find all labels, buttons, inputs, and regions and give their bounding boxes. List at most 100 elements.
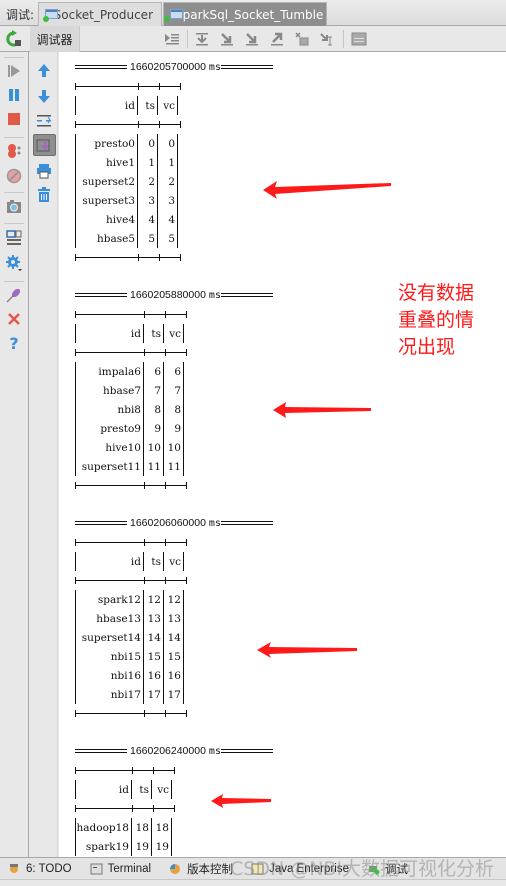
batch-unit: ms xyxy=(208,746,221,757)
console-side-toolbar xyxy=(30,52,58,857)
run-tab-label: SparkSql_Socket_Tumble xyxy=(175,7,324,22)
resume-icon[interactable] xyxy=(5,62,23,80)
table-cell: 17 xyxy=(163,685,184,704)
debug-side-toolbar: ? xyxy=(0,52,29,857)
evaluate-expression-icon[interactable] xyxy=(351,31,367,47)
column-header-vc: vc xyxy=(163,324,184,343)
table-cell: 2 xyxy=(137,172,158,191)
tool-terminal[interactable]: Terminal xyxy=(90,863,151,875)
table-body: hadoop18 18 18 spark19 19 19 xyxy=(75,818,172,856)
table-cell: 19 xyxy=(151,837,172,856)
batch-unit: ms xyxy=(208,62,221,73)
table-cell: 2 xyxy=(157,172,178,191)
snapshot-icon[interactable] xyxy=(5,198,23,216)
force-step-into-icon[interactable] xyxy=(244,31,260,47)
table-cell: 5 xyxy=(157,229,178,248)
tool-java-enterprise-label: Java Enterprise xyxy=(269,862,349,875)
run-tab-sparksql-socket-tumble[interactable]: SparkSql_Socket_Tumble xyxy=(163,2,327,26)
table-row: superset14 14 14 xyxy=(75,628,184,647)
annotation-line: 没有数据 xyxy=(398,282,475,304)
table-border xyxy=(75,343,273,362)
step-out-icon[interactable] xyxy=(269,31,285,47)
table-cell: 10 xyxy=(163,438,184,457)
table-cell: hive10 xyxy=(75,438,144,457)
debug-label: 调试: xyxy=(6,8,35,22)
print-icon[interactable] xyxy=(35,162,53,180)
tool-version-control[interactable]: 版本控制 xyxy=(169,861,233,877)
table-row: nbi8 8 8 xyxy=(75,400,184,419)
tool-debug[interactable]: 调试 xyxy=(367,861,408,877)
table-cell: 15 xyxy=(143,647,164,666)
table-cell: 3 xyxy=(157,191,178,210)
table-row: spark12 12 12 xyxy=(75,590,184,609)
column-header-id: id xyxy=(75,552,144,571)
table-cell: 1 xyxy=(137,153,158,172)
annotation-arrow xyxy=(273,402,371,418)
tab-debugger[interactable]: 调试器 xyxy=(30,26,80,52)
table-row: hadoop18 18 18 xyxy=(75,818,172,837)
batch-header: 1660206240000 ms xyxy=(75,742,273,761)
stop-icon[interactable] xyxy=(5,110,23,128)
table-header: id ts vc xyxy=(75,552,184,571)
up-arrow-icon[interactable] xyxy=(35,62,53,80)
table-header: id ts vc xyxy=(75,780,172,799)
table-cell: 8 xyxy=(163,400,184,419)
pin-icon[interactable] xyxy=(5,286,23,304)
show-execution-point-icon[interactable] xyxy=(164,31,180,47)
table-cell: 7 xyxy=(143,381,164,400)
table-cell: superset3 xyxy=(75,191,138,210)
table-cell: 16 xyxy=(163,666,184,685)
table-cell: 7 xyxy=(163,381,184,400)
down-arrow-icon[interactable] xyxy=(35,87,53,105)
table-cell: 5 xyxy=(137,229,158,248)
help-icon[interactable]: ? xyxy=(5,334,23,352)
step-into-icon[interactable] xyxy=(219,31,235,47)
close-icon[interactable] xyxy=(5,310,23,328)
clear-all-icon[interactable] xyxy=(35,186,53,204)
svg-text:?: ? xyxy=(9,334,18,352)
column-header-id: id xyxy=(75,780,132,799)
table-row: hbase7 7 7 xyxy=(75,381,184,400)
batch-header: 1660206060000 ms xyxy=(75,514,273,533)
table-cell: hbase5 xyxy=(75,229,138,248)
table-cell: 19 xyxy=(131,837,152,856)
drop-frame-icon[interactable] xyxy=(294,31,310,47)
tool-terminal-label: Terminal xyxy=(107,862,152,875)
tool-todo[interactable]: 6: TODO xyxy=(8,863,72,875)
soft-wrap-icon[interactable] xyxy=(35,112,53,130)
table-cell: 11 xyxy=(143,457,164,476)
table-cell: 14 xyxy=(163,628,184,647)
version-control-icon xyxy=(170,863,181,874)
scroll-to-end-icon xyxy=(36,139,50,152)
table-cell: hbase7 xyxy=(75,381,144,400)
batch-timestamp: 1660206060000 xyxy=(130,517,206,529)
batch-timestamp: 1660205700000 xyxy=(130,61,206,73)
run-tab-socket-producer[interactable]: Socket_Producer xyxy=(38,2,162,26)
table-cell: nbi8 xyxy=(75,400,144,419)
table-cell: 15 xyxy=(163,647,184,666)
run-to-cursor-icon[interactable] xyxy=(319,31,335,47)
table-cell: 17 xyxy=(143,685,164,704)
table-cell: 0 xyxy=(137,134,158,153)
tool-java-enterprise[interactable]: Java Enterprise xyxy=(251,863,349,875)
annotation-line: 况出现 xyxy=(398,336,456,358)
column-header-id: id xyxy=(75,96,138,115)
step-over-icon[interactable] xyxy=(194,31,210,47)
console-output[interactable]: 1660205700000 ms id ts vc presto0 0 0 hive1 1 1 sup… xyxy=(59,52,506,857)
pause-icon[interactable] xyxy=(5,86,23,104)
table-body: spark12 12 12 hbase13 13 13 superset14 14 14 nbi1… xyxy=(75,590,184,704)
table-cell: presto0 xyxy=(75,134,138,153)
column-header-ts: ts xyxy=(143,324,164,343)
table-header: id ts vc xyxy=(75,324,184,343)
rerun-icon[interactable] xyxy=(4,30,24,48)
table-cell: spark12 xyxy=(75,590,144,609)
batch-timestamp: 1660206240000 xyxy=(130,745,206,757)
settings-icon[interactable] xyxy=(5,254,23,272)
column-header-vc: vc xyxy=(151,780,172,799)
mute-breakpoints-icon[interactable] xyxy=(5,167,23,185)
annotation-line: 重叠的情 xyxy=(398,309,475,331)
view-breakpoints-icon[interactable] xyxy=(5,142,23,160)
table-border xyxy=(75,248,273,267)
batch-output: 1660206060000 ms id ts vc spark12 12 12 hbase13 1… xyxy=(75,514,273,723)
restore-layout-icon[interactable] xyxy=(5,229,23,247)
